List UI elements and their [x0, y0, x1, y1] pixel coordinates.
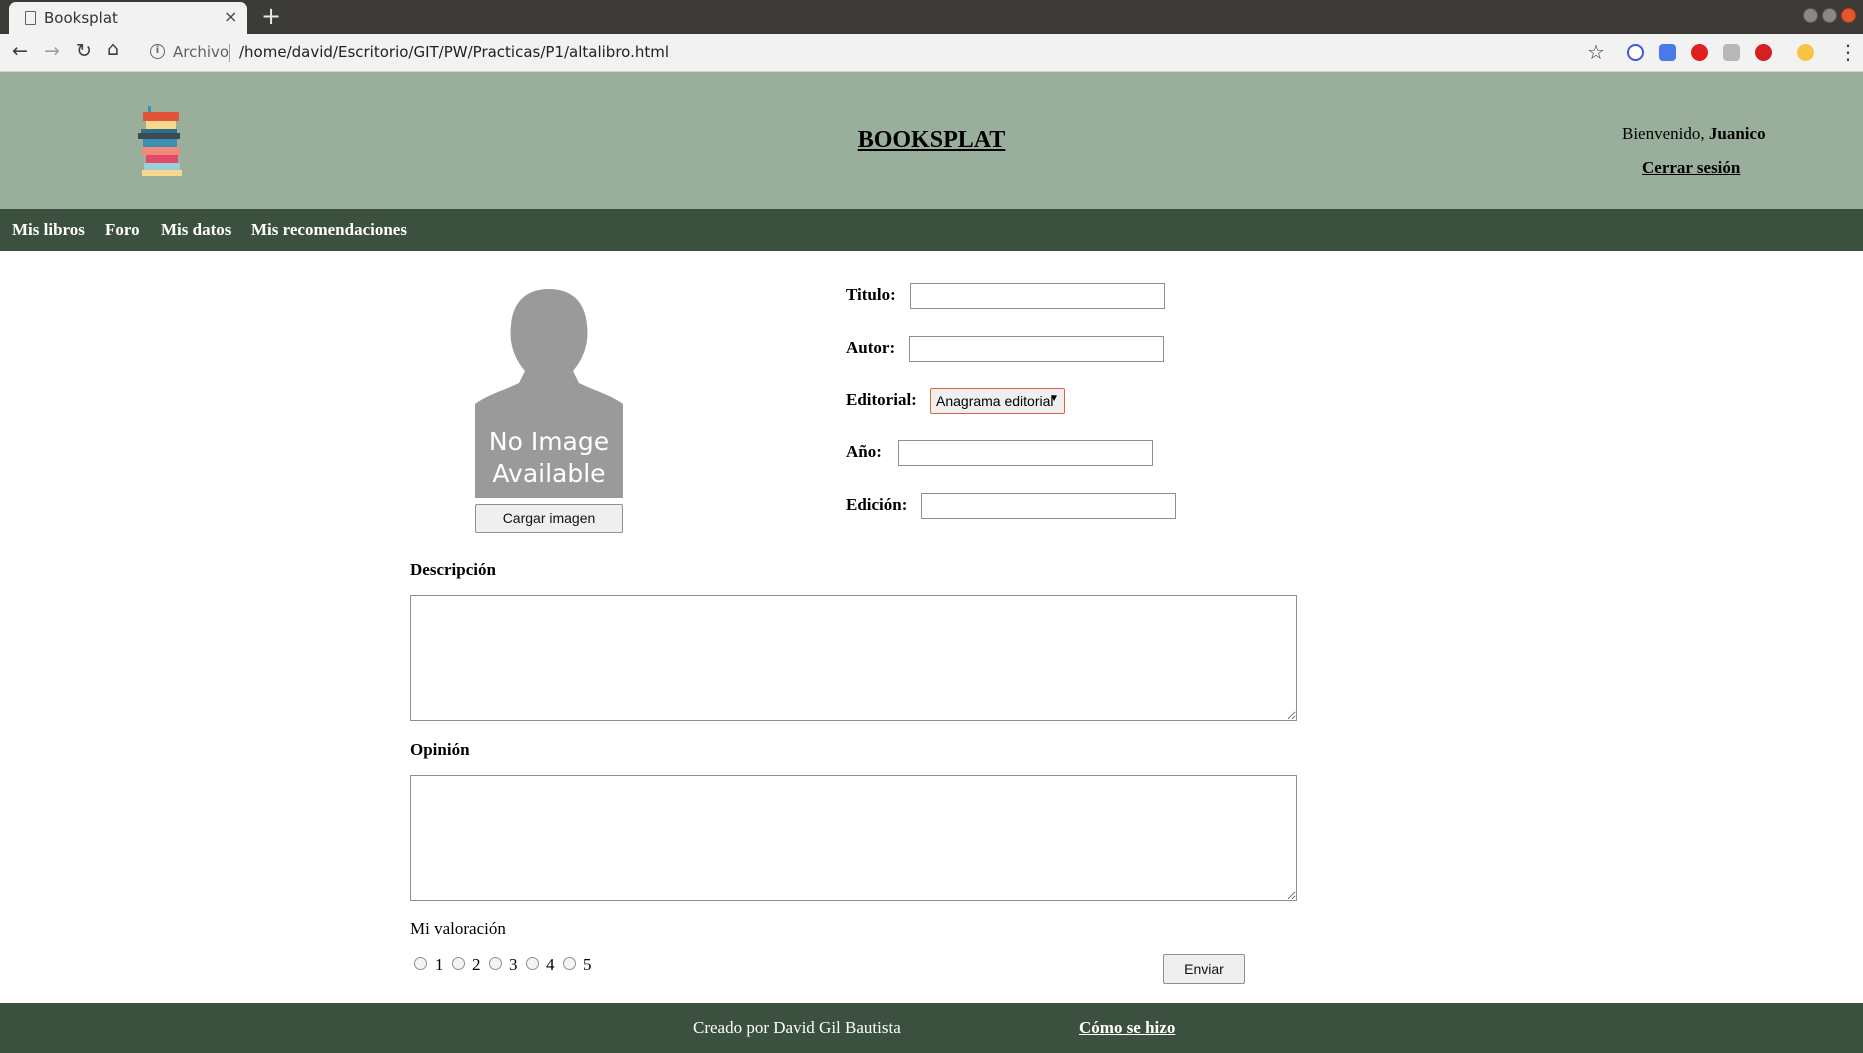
publisher-selected-value: Anagrama editorial [936, 393, 1054, 409]
author-input[interactable] [909, 336, 1164, 362]
menu-icon[interactable]: ⋮ [1838, 40, 1858, 64]
adblock-extension-icon[interactable] [1691, 44, 1708, 61]
year-input[interactable] [898, 440, 1153, 466]
welcome-message: Bienvenido, Juanico [1622, 124, 1766, 144]
nav-item-foro[interactable]: Foro [105, 220, 140, 240]
title-input[interactable] [910, 283, 1165, 309]
rating-radio-3[interactable] [489, 957, 502, 970]
edition-input[interactable] [921, 493, 1176, 519]
opinion-textarea[interactable] [410, 775, 1297, 901]
description-textarea[interactable] [410, 595, 1297, 721]
new-tab-button[interactable]: + [261, 2, 281, 30]
tab-close-icon[interactable]: × [224, 7, 237, 26]
rating-label-4: 4 [546, 955, 555, 974]
author-label: Autor: [846, 338, 896, 357]
minimize-icon[interactable] [1803, 8, 1818, 23]
rating-radio-4[interactable] [526, 957, 539, 970]
back-icon[interactable]: ← [12, 40, 28, 62]
reload-icon[interactable]: ↻ [76, 40, 92, 62]
rating-label-1: 1 [435, 955, 444, 974]
omnibox-scheme: Archivo [173, 43, 230, 61]
site-footer: Creado por David Gil Bautista Cómo se hi… [0, 1003, 1863, 1053]
browser-tab-bar: Booksplat × + [0, 0, 1863, 34]
rating-label: Mi valoración [410, 919, 506, 938]
nav-item-mis-datos[interactable]: Mis datos [161, 220, 231, 240]
home-icon[interactable]: ⌂ [107, 38, 119, 60]
window-close-icon[interactable] [1841, 8, 1856, 23]
browser-toolbar: ← → ↻ ⌂ i Archivo /home/david/Escritorio… [0, 34, 1863, 72]
profile-icon[interactable] [1797, 44, 1814, 61]
submit-button[interactable]: Enviar [1163, 954, 1245, 984]
translate-extension-icon[interactable] [1659, 44, 1676, 61]
site-header: BOOKSPLAT Bienvenido, Juanico Cerrar ses… [0, 72, 1863, 209]
edition-label: Edición: [846, 495, 908, 514]
page-icon [25, 11, 36, 25]
footer-credits: Creado por David Gil Bautista [693, 1018, 901, 1037]
rating-radio-2[interactable] [452, 957, 465, 970]
site-nav: Mis libros Foro Mis datos Mis recomendac… [0, 209, 1863, 251]
welcome-prefix: Bienvenido, [1622, 124, 1709, 143]
extension-icon[interactable] [1723, 44, 1740, 61]
how-it-was-made-link[interactable]: Cómo se hizo [1079, 1018, 1175, 1038]
rating-radio-5[interactable] [563, 957, 576, 970]
no-image-line-2: Available [492, 459, 605, 488]
title-label: Titulo: [846, 285, 896, 304]
nav-item-mis-libros[interactable]: Mis libros [12, 220, 85, 240]
chevron-down-icon: ▼ [1049, 393, 1059, 404]
upload-image-button[interactable]: Cargar imagen [475, 504, 623, 533]
yab-extension-icon[interactable] [1755, 44, 1772, 61]
block-extension-icon[interactable] [1627, 44, 1644, 61]
nav-item-mis-recomendaciones[interactable]: Mis recomendaciones [251, 220, 407, 240]
opinion-label: Opinión [410, 740, 470, 759]
star-icon[interactable]: ☆ [1587, 40, 1605, 64]
publisher-select[interactable]: Anagrama editorial ▼ [930, 388, 1065, 414]
user-name: Juanico [1708, 124, 1766, 143]
description-label: Descripción [410, 560, 496, 579]
omnibox-divider [229, 44, 230, 62]
browser-tab[interactable]: Booksplat × [9, 2, 247, 34]
rating-label-2: 2 [472, 955, 481, 974]
no-image-placeholder: No Image Available [475, 287, 623, 498]
logout-link[interactable]: Cerrar sesión [1642, 158, 1740, 178]
forward-icon[interactable]: → [44, 40, 60, 62]
rating-label-5: 5 [583, 955, 592, 974]
site-title: BOOKSPLAT [857, 127, 1006, 153]
publisher-label: Editorial: [846, 390, 917, 409]
year-label: Año: [846, 442, 882, 461]
tab-title: Booksplat [44, 9, 118, 27]
no-image-line-1: No Image [489, 427, 609, 456]
rating-radio-1[interactable] [414, 957, 427, 970]
address-bar[interactable]: /home/david/Escritorio/GIT/PW/Practicas/… [239, 43, 669, 61]
rating-label-3: 3 [509, 955, 518, 974]
info-icon[interactable]: i [150, 44, 165, 59]
maximize-icon[interactable] [1822, 8, 1837, 23]
